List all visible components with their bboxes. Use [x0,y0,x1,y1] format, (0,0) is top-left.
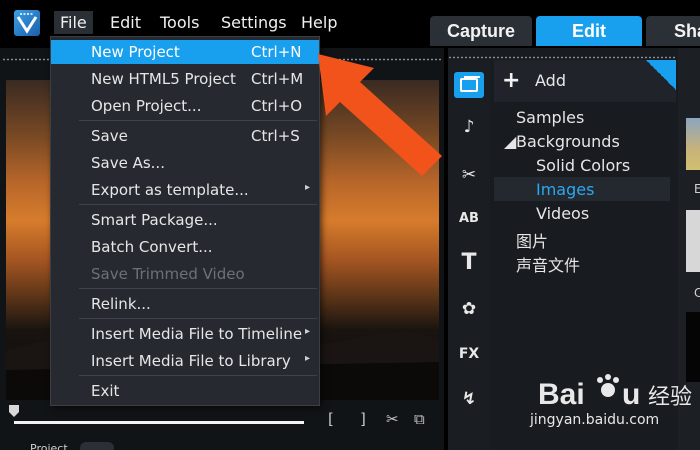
svg-text:u: u [622,378,640,411]
library-header: + Add [494,60,676,102]
menu-tools[interactable]: Tools [160,13,199,32]
cut-icon[interactable]: ✂ [386,410,399,428]
tree-item-sounds-folder[interactable]: 声音文件 [516,252,580,276]
tree-item-images[interactable]: Images [536,180,594,199]
text-icon[interactable]: T [454,250,484,276]
baidu-logo-icon: Bai u 经验 [538,374,692,411]
graphics-icon[interactable]: ✿ [454,296,484,322]
menu-item-batch-convert[interactable]: Batch Convert... [51,235,319,259]
menu-separator [79,375,317,376]
tab-share[interactable]: Sha [646,16,700,46]
thumbnail[interactable] [686,118,700,170]
app-logo-icon[interactable] [14,10,40,36]
title-icon[interactable]: AB [454,206,484,232]
menu-item-new-project[interactable]: New Project Ctrl+N [51,40,319,64]
menu-item-save[interactable]: Save Ctrl+S [51,124,319,148]
project-mode-label: Project [30,442,68,450]
tree-item-pictures-folder[interactable]: 图片 [516,228,548,252]
menu-item-new-html5-project[interactable]: New HTML5 Project Ctrl+M [51,67,319,91]
add-icon[interactable]: + [502,68,520,93]
file-menu-dropdown: New Project Ctrl+N New HTML5 Project Ctrl+… [50,36,320,406]
thumbnail-label: C [694,286,700,300]
tree-item-samples[interactable]: Samples [516,108,584,127]
menu-separator [79,318,317,319]
mark-out-icon[interactable]: ] [360,410,366,428]
thumbnail-label: E [694,182,700,196]
project-mode-toggle[interactable] [80,442,114,450]
library-grip[interactable] [448,56,676,59]
fx-icon[interactable]: FX [454,341,484,367]
submenu-arrow-icon: ▸ [305,353,311,364]
menu-item-save-as[interactable]: Save As... [51,151,319,175]
menu-settings[interactable]: Settings [221,13,287,32]
enlarge-icon[interactable]: ⧉ [414,410,425,428]
tree-expand-icon[interactable]: ◢ [504,132,516,151]
baidu-watermark: Bai u 经验 jingyan.baidu.com [530,372,700,450]
thumbnail[interactable] [686,210,700,272]
mark-in-icon[interactable]: [ [328,410,334,428]
menu-item-export-template[interactable]: Export as template... ▸ [51,178,319,202]
scrubber-handle-icon[interactable] [9,405,19,417]
svg-text:经验: 经验 [648,385,692,410]
menu-item-exit[interactable]: Exit [51,379,319,403]
menu-item-insert-to-timeline[interactable]: Insert Media File to Timeline ▸ [51,322,319,346]
tab-edit[interactable]: Edit [536,16,642,46]
pin-icon[interactable] [646,60,676,90]
watermark-url: jingyan.baidu.com [530,412,660,428]
menu-file[interactable]: File [54,11,93,34]
tree-item-videos[interactable]: Videos [536,204,589,223]
menu-separator [79,120,317,121]
submenu-arrow-icon: ▸ [305,326,311,337]
menu-item-smart-package[interactable]: Smart Package... [51,208,319,232]
annotation-arrow-icon [318,54,442,176]
menu-edit[interactable]: Edit [110,13,141,32]
menu-separator [79,288,317,289]
menu-item-insert-to-library[interactable]: Insert Media File to Library ▸ [51,349,319,373]
menu-item-relink[interactable]: Relink... [51,292,319,316]
path-icon[interactable]: ↯ [454,386,484,412]
submenu-arrow-icon: ▸ [305,182,311,193]
tree-item-backgrounds[interactable]: Backgrounds [516,132,620,151]
menu-help[interactable]: Help [301,13,337,32]
menu-item-open-project[interactable]: Open Project... Ctrl+O [51,94,319,118]
tree-item-solid-colors[interactable]: Solid Colors [536,156,630,175]
svg-text:Bai: Bai [538,378,585,411]
menu-item-save-trimmed-video: Save Trimmed Video [91,265,245,283]
scrubber-track[interactable] [14,421,304,424]
menu-separator [79,204,317,205]
add-button[interactable]: Add [535,71,566,90]
